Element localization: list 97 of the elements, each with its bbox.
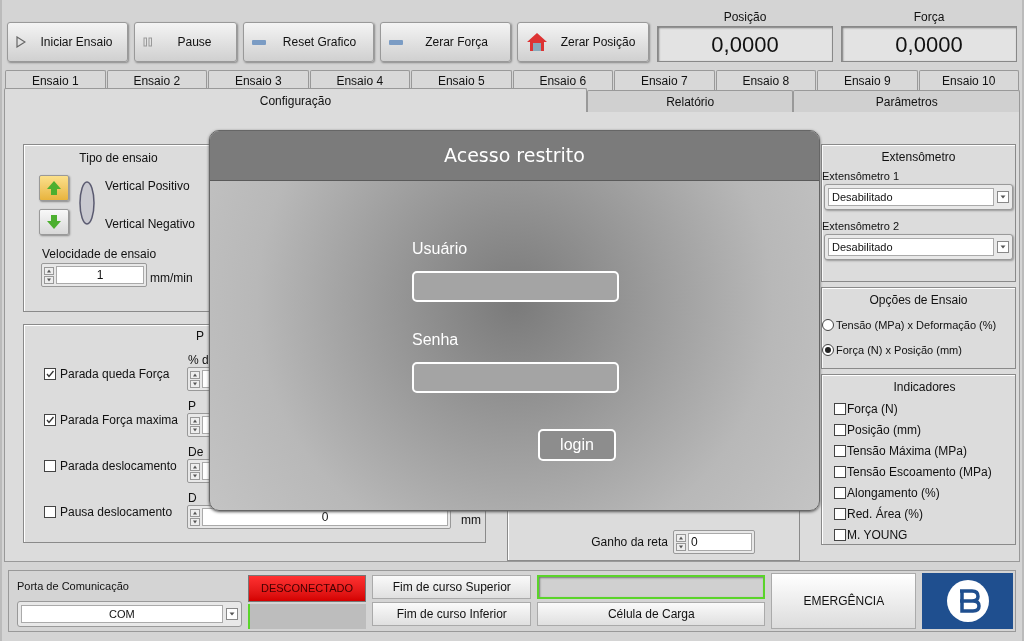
checkbox-label: Alongamento (%) xyxy=(847,485,940,501)
spinner-arrows[interactable] xyxy=(190,416,200,434)
checkbox[interactable] xyxy=(834,445,846,457)
up-arrow-icon xyxy=(46,180,62,196)
test-tab[interactable]: Ensaio 3 xyxy=(208,70,309,90)
test-tab[interactable]: Ensaio 5 xyxy=(411,70,512,90)
toolbar-button[interactable]: Iniciar Ensaio xyxy=(7,22,128,62)
field-label: Usuário xyxy=(412,239,469,259)
checkbox-label: M. YOUNG xyxy=(847,527,908,543)
dropdown[interactable]: Desabilitado xyxy=(824,234,1013,260)
speed-label: Velocidade de ensaio xyxy=(42,246,157,263)
direction-label: Vertical Positivo xyxy=(105,178,191,195)
toolbar-button[interactable]: Zerar Força xyxy=(380,22,511,62)
limit-switch-indicator: Fim de curso Inferior xyxy=(372,602,532,626)
checkbox-label: Parada Força maxima xyxy=(60,412,179,429)
checkbox-label: Tensão Máxima (MPa) xyxy=(847,443,968,459)
field-caption: P xyxy=(188,399,197,413)
spinner-arrows[interactable] xyxy=(44,266,54,284)
limit-switch-indicator: Fim de curso Superior xyxy=(372,575,532,599)
group-title: Indicadores xyxy=(893,379,956,396)
spinner-arrows[interactable] xyxy=(190,462,200,480)
checkbox[interactable] xyxy=(44,414,56,426)
checkbox-label: Pausa deslocamento xyxy=(60,504,173,521)
field-label: Senha xyxy=(412,330,460,350)
emergency-button[interactable]: EMERGÊNCIA xyxy=(771,573,917,629)
input-field[interactable] xyxy=(412,271,619,302)
section-tab[interactable]: Relatório xyxy=(586,90,794,112)
test-tab[interactable]: Ensaio 10 xyxy=(918,70,1019,90)
speed-field[interactable]: 1 xyxy=(41,263,147,287)
test-tab[interactable]: Ensaio 9 xyxy=(817,70,918,90)
checkbox-label: Posição (mm) xyxy=(847,422,921,438)
house-icon xyxy=(526,32,548,52)
toolbar-button[interactable]: Pause xyxy=(134,22,237,62)
input-field[interactable] xyxy=(412,362,619,393)
checkbox[interactable] xyxy=(44,368,56,380)
checkbox-label: Parada deslocamento xyxy=(60,458,177,475)
test-tab[interactable]: Ensaio 8 xyxy=(715,70,816,90)
test-tab[interactable]: Ensaio 1 xyxy=(5,70,106,90)
play-icon xyxy=(16,36,26,48)
checkbox[interactable] xyxy=(834,508,846,520)
dropdown[interactable]: Desabilitado xyxy=(824,184,1013,210)
spinner-arrows[interactable] xyxy=(190,508,200,526)
checkbox[interactable] xyxy=(44,506,56,518)
field-caption: D xyxy=(188,491,198,505)
checkbox[interactable] xyxy=(834,424,846,436)
field-label: Ganho da reta xyxy=(591,534,668,551)
field-caption: De xyxy=(188,445,205,459)
group-title: P xyxy=(196,328,204,345)
toolbar-button[interactable]: Reset Grafico xyxy=(243,22,374,62)
dash-icon xyxy=(252,39,266,45)
checkbox-label: Parada queda Força xyxy=(60,366,170,383)
port-label: Porta de Comunicação xyxy=(17,579,130,594)
down-arrow-button[interactable] xyxy=(39,209,69,235)
checkbox-label: Red. Área (%) xyxy=(847,506,924,522)
pause-icon xyxy=(143,37,153,47)
readout-display: 0,0000 xyxy=(657,26,833,62)
radio-label: Força (N) x Posição (mm) xyxy=(836,342,962,358)
checkbox-label: Força (N) xyxy=(847,401,898,417)
checkbox[interactable] xyxy=(834,403,846,415)
number-field[interactable]: 0 xyxy=(673,530,755,554)
direction-label: Vertical Negativo xyxy=(105,216,196,233)
readout-label: Posição xyxy=(723,9,767,26)
field-caption: % d xyxy=(188,353,210,367)
group-title: Opções de Ensaio xyxy=(869,292,968,309)
unit-label: mm/min xyxy=(150,270,193,287)
group-title: Extensômetro xyxy=(881,149,956,166)
checkbox[interactable] xyxy=(834,529,846,541)
select-label: Extensômetro 1 xyxy=(822,169,901,184)
logo-icon xyxy=(944,578,991,624)
dialog-title: Acesso restrito xyxy=(210,131,819,181)
unit-label: mm xyxy=(461,512,481,529)
test-tab[interactable]: Ensaio 4 xyxy=(309,70,410,90)
toolbar-button[interactable]: Zerar Posição xyxy=(517,22,649,62)
checkbox[interactable] xyxy=(44,460,56,472)
radio-button[interactable] xyxy=(822,343,834,356)
radio-button[interactable] xyxy=(822,319,834,332)
toggle-lever-icon[interactable] xyxy=(79,181,95,225)
checkbox[interactable] xyxy=(834,487,846,499)
spinner-arrows[interactable] xyxy=(190,370,200,388)
select-label: Extensômetro 2 xyxy=(822,219,901,234)
load-cell-label: Célula de Carga xyxy=(537,602,766,626)
connection-status: DESCONECTADO xyxy=(247,575,367,602)
section-tab[interactable]: Configuração xyxy=(4,88,587,112)
checkbox-label: Tensão Escoamento (MPa) xyxy=(847,464,992,480)
radio-label: Tensão (MPa) x Deformação (%) xyxy=(836,318,997,333)
test-tab[interactable]: Ensaio 6 xyxy=(512,70,613,90)
test-tab[interactable]: Ensaio 7 xyxy=(614,70,715,90)
group-title: Tipo de ensaio xyxy=(79,150,158,167)
checkbox[interactable] xyxy=(834,466,846,478)
down-arrow-icon xyxy=(46,214,62,230)
dash-icon xyxy=(389,39,403,45)
readout-display: 0,0000 xyxy=(841,26,1017,62)
section-tab[interactable]: Parâmetros xyxy=(793,90,1020,112)
test-tab[interactable]: Ensaio 2 xyxy=(106,70,207,90)
readout-label: Força xyxy=(913,9,945,26)
spinner-arrows[interactable] xyxy=(676,533,686,551)
port-dropdown[interactable]: COM xyxy=(17,600,242,627)
